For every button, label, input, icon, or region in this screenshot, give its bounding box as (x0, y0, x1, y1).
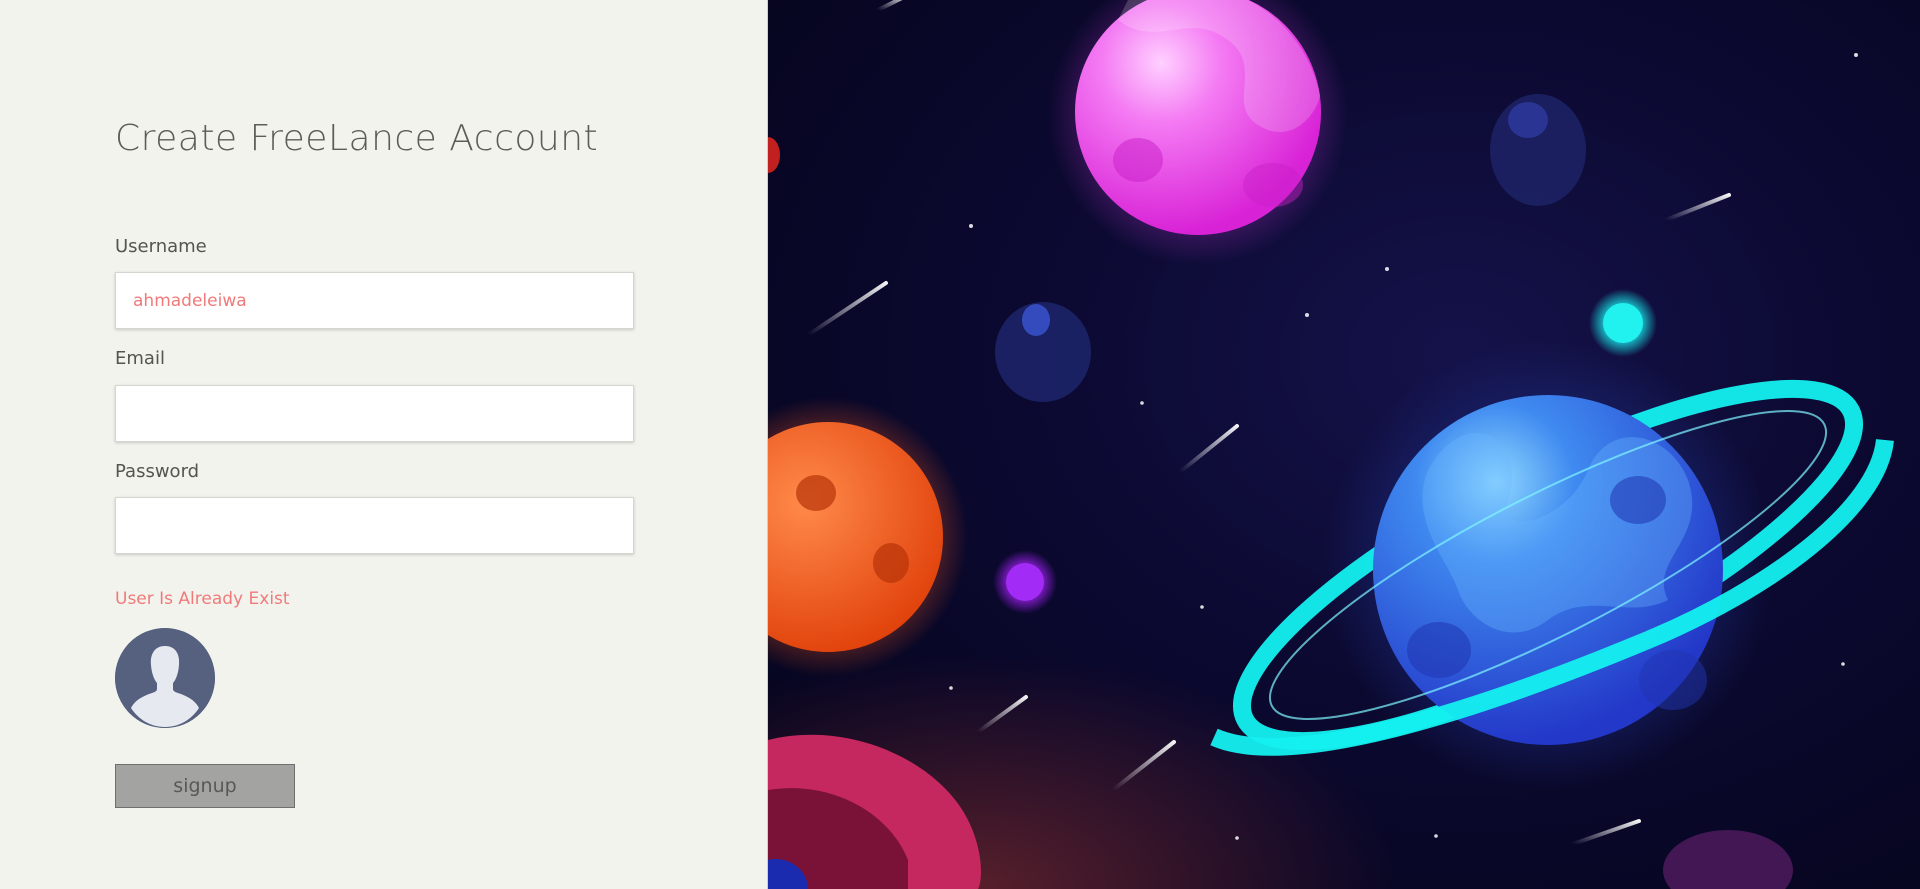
email-label: Email (115, 348, 165, 369)
error-message: User Is Already Exist (115, 589, 290, 609)
signup-button[interactable]: signup (115, 764, 295, 808)
signup-page: Create FreeLance Account Username Email … (0, 0, 1920, 889)
username-input[interactable] (115, 272, 634, 329)
user-silhouette-icon (115, 628, 215, 728)
space-illustration-art (768, 0, 1894, 889)
password-input[interactable] (115, 497, 634, 554)
password-label: Password (115, 461, 200, 482)
page-title: Create FreeLance Account (115, 118, 599, 159)
avatar-upload[interactable] (115, 628, 215, 728)
space-illustration (768, 0, 1920, 889)
email-input[interactable] (115, 385, 634, 442)
username-label: Username (115, 236, 207, 257)
signup-form-panel: Create FreeLance Account Username Email … (0, 0, 768, 889)
